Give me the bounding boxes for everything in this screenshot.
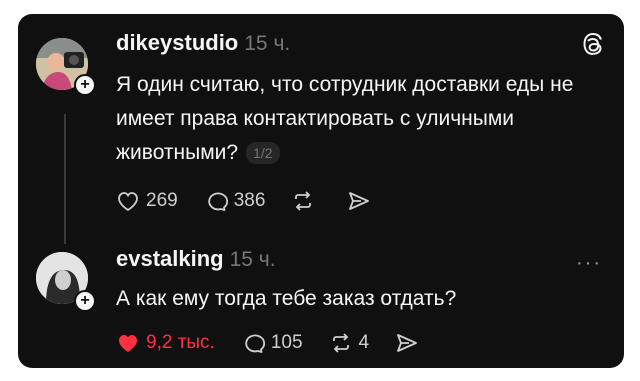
post-text-body: Я один считаю, что сотрудник доставки ед… (116, 73, 574, 164)
reply-button[interactable]: 105 (241, 332, 303, 354)
repost-count: 4 (358, 332, 370, 353)
like-button[interactable]: 9,2 тыс. (116, 332, 215, 354)
username[interactable]: dikeystudio (116, 30, 238, 55)
more-options-button[interactable]: ··· (576, 252, 602, 275)
comment-icon (245, 334, 265, 353)
repost-button[interactable] (291, 190, 321, 212)
post-time: 15 ч. (244, 32, 291, 55)
send-icon (349, 192, 370, 210)
reply-count: 105 (270, 332, 303, 353)
threads-logo-icon[interactable] (582, 32, 604, 61)
username-row: dikeystudio 15 ч. (116, 30, 290, 56)
thread-card: + dikeystudio 15 ч. Я один считаю, что со… (18, 14, 624, 368)
repost-icon (332, 333, 349, 353)
reply-button[interactable]: 386 (204, 190, 266, 212)
thread-pager: 1/2 (246, 142, 280, 165)
share-button[interactable] (347, 190, 377, 212)
post-text: Я один считаю, что сотрудник доставки ед… (116, 68, 606, 170)
post-actions: 269 386 (116, 190, 403, 212)
heart-filled-icon (119, 335, 137, 352)
post-text: А как ему тогда тебе заказ отдать? (116, 287, 457, 310)
thread-connector-line (64, 114, 66, 244)
follow-plus-button[interactable]: + (74, 74, 96, 96)
like-count: 9,2 тыс. (146, 332, 215, 353)
send-icon (397, 334, 418, 352)
reply-count: 386 (233, 190, 266, 211)
like-count: 269 (146, 190, 178, 211)
comment-icon (207, 192, 228, 211)
repost-icon (295, 191, 312, 211)
follow-plus-button[interactable]: + (74, 290, 96, 312)
repost-button[interactable]: 4 (329, 332, 370, 354)
post-actions: 9,2 тыс. 105 4 (116, 332, 451, 354)
post-time: 15 ч. (229, 248, 276, 271)
username[interactable]: evstalking (116, 246, 224, 271)
share-button[interactable] (395, 332, 425, 354)
heart-icon (118, 192, 138, 212)
like-button[interactable]: 269 (116, 190, 178, 212)
username-row: evstalking 15 ч. (116, 246, 276, 272)
